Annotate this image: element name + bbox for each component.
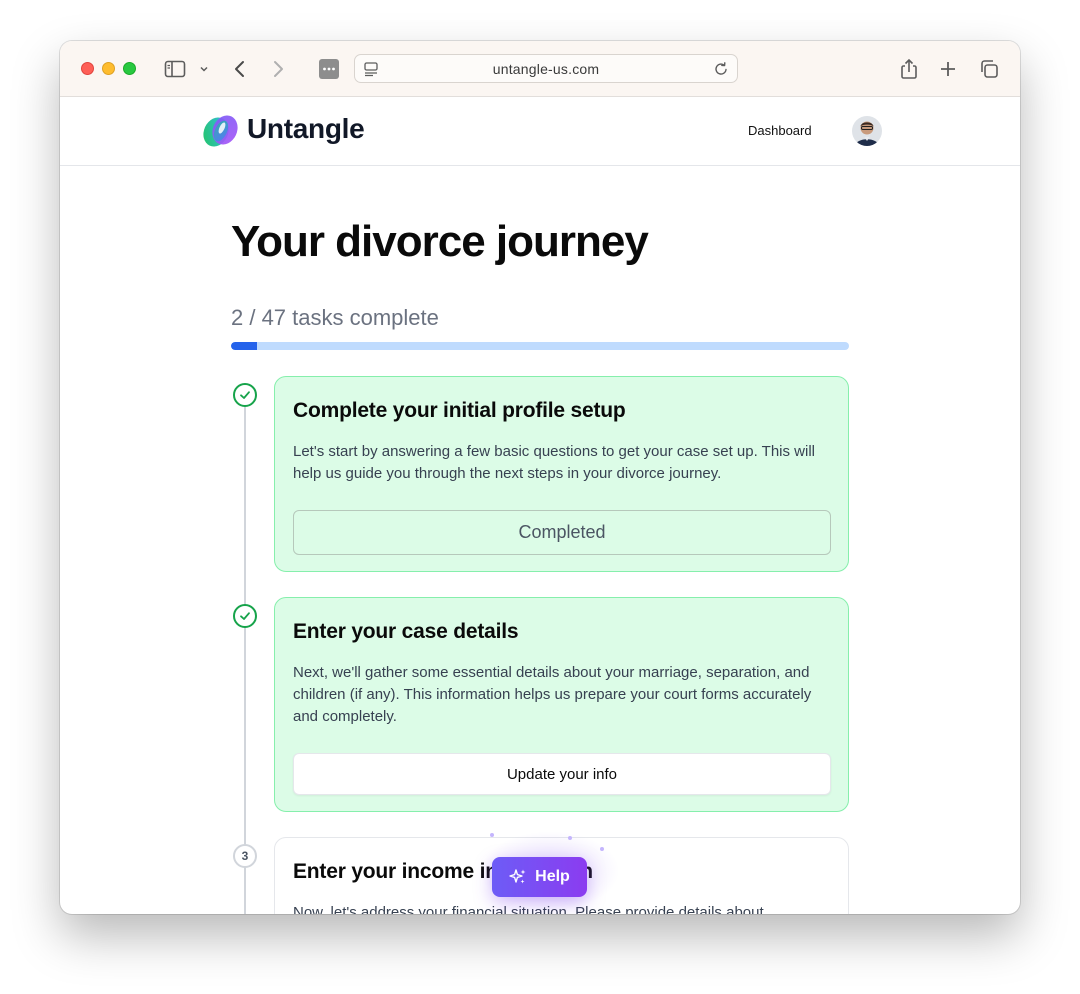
step-2-done-check-icon	[233, 604, 257, 628]
help-button[interactable]: Help	[492, 857, 587, 897]
step-card-profile-setup: Complete your initial profile setup Let'…	[274, 376, 849, 572]
progress-bar	[231, 342, 849, 350]
sparkle-dot	[568, 836, 572, 840]
completed-button[interactable]: Completed	[293, 510, 831, 555]
new-tab-icon[interactable]	[939, 57, 957, 81]
minimize-window-button[interactable]	[102, 62, 115, 75]
chevron-down-icon[interactable]	[199, 57, 209, 81]
site-header: Untangle Dashboard	[60, 97, 1020, 166]
step-title: Enter your case details	[293, 620, 519, 643]
reload-icon[interactable]	[713, 61, 729, 82]
extension-icon[interactable]	[318, 57, 340, 81]
nav-dashboard-link[interactable]: Dashboard	[748, 123, 812, 138]
progress-bar-fill	[231, 342, 258, 350]
share-icon[interactable]	[899, 57, 919, 81]
page-title: Your divorce journey	[231, 217, 649, 266]
browser-toolbar: untangle-us.com	[60, 41, 1020, 97]
step-card-case-details: Enter your case details Next, we'll gath…	[274, 597, 849, 812]
sparkle-dot	[600, 847, 604, 851]
user-avatar[interactable]	[852, 116, 882, 146]
step-1-done-check-icon	[233, 383, 257, 407]
step-title: Complete your initial profile setup	[293, 399, 626, 422]
help-label: Help	[535, 868, 570, 885]
browser-window: untangle-us.com Untangle Dashboard Your …	[60, 41, 1020, 914]
sparkles-icon	[509, 869, 526, 884]
zoom-window-button[interactable]	[123, 62, 136, 75]
sidebar-toggle-icon[interactable]	[164, 57, 186, 81]
close-window-button[interactable]	[81, 62, 94, 75]
forward-arrow-icon[interactable]	[271, 57, 285, 81]
url-text[interactable]: untangle-us.com	[355, 61, 737, 77]
sparkle-dot	[490, 833, 494, 837]
update-info-button[interactable]: Update your info	[293, 753, 831, 795]
back-arrow-icon[interactable]	[233, 57, 247, 81]
progress-text: 2 / 47 tasks complete	[231, 305, 439, 330]
untangle-logo-icon[interactable]	[201, 111, 241, 151]
address-bar[interactable]: untangle-us.com	[354, 54, 738, 83]
step-description: Let's start by answering a few basic que…	[293, 443, 816, 482]
timeline-line	[244, 407, 246, 914]
step-description: Next, we'll gather some essential detail…	[293, 664, 812, 725]
step-3-number-badge: 3	[233, 844, 257, 868]
brand-name[interactable]: Untangle	[247, 113, 365, 145]
tab-overview-icon[interactable]	[978, 57, 1000, 81]
